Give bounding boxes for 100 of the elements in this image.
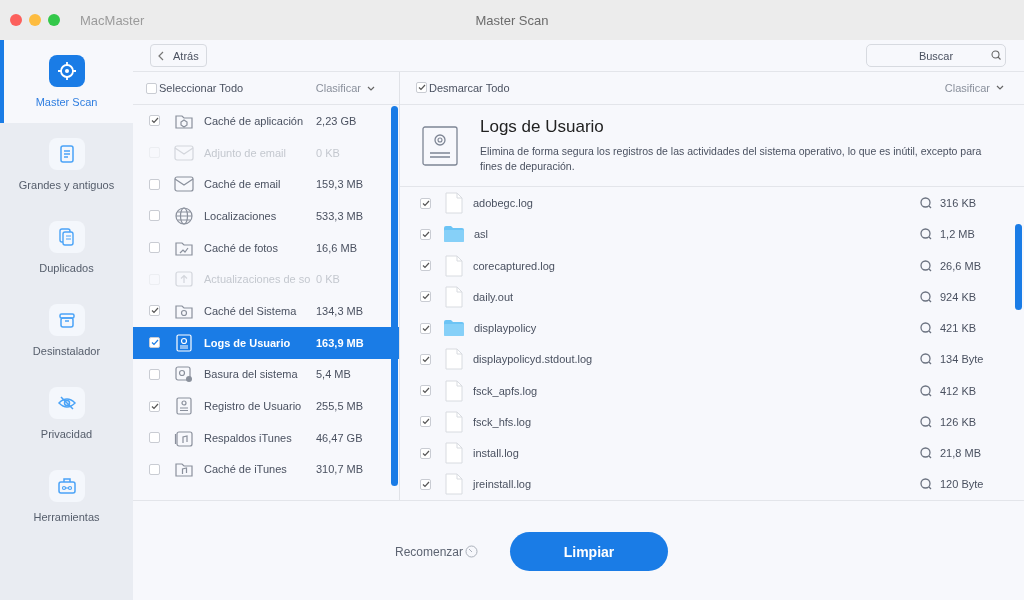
scrollbar[interactable] [391, 106, 398, 486]
file-size: 1,2 MB [940, 228, 975, 241]
folder-icon [444, 320, 464, 337]
restart-button[interactable]: Recomenzar [389, 543, 484, 560]
checkbox[interactable] [146, 82, 157, 94]
deselect-all-label: Desmarcar Todo [429, 81, 510, 94]
checkbox[interactable] [420, 385, 431, 397]
checkbox[interactable] [420, 447, 431, 459]
search-icon [991, 50, 1001, 60]
scrollbar[interactable] [1015, 224, 1022, 310]
file-size: 412 KB [940, 384, 977, 397]
checkbox[interactable] [420, 228, 431, 240]
checkbox[interactable] [420, 353, 431, 365]
category-size: 2,23 GB [316, 114, 357, 127]
file-row[interactable]: displaypolicyd.stdout.log 134 Byte [400, 343, 1024, 375]
category-row[interactable]: Caché de fotos 16,6 MB [133, 231, 399, 264]
checkbox[interactable] [149, 432, 160, 444]
file-icon [445, 442, 463, 465]
checkbox[interactable] [149, 178, 160, 190]
category-row[interactable]: Caché de email 159,3 MB [133, 168, 399, 201]
checkbox[interactable] [149, 210, 160, 222]
search-icon [920, 353, 932, 366]
file-size: 316 KB [940, 197, 977, 210]
file-icon [445, 348, 463, 371]
category-row[interactable]: Logs de Usuario 163,9 MB [133, 326, 399, 359]
category-row[interactable]: Basura del sistema 5,4 MB [133, 358, 399, 391]
file-name: asl [474, 228, 490, 241]
chevron-left-icon [158, 50, 164, 61]
sidebar-label: Master Scan [35, 96, 98, 108]
window-title: Master Scan [475, 13, 549, 28]
file-name: jreinstall.log [473, 478, 533, 491]
category-row[interactable]: Caché de iTunes 310,7 MB [133, 453, 399, 486]
timer-icon [465, 545, 478, 558]
file-row[interactable]: jreinstall.log 120 Byte [400, 468, 1024, 500]
search-field[interactable]: Buscar [866, 44, 1006, 67]
file-row[interactable]: fsck_apfs.log 412 KB [400, 374, 1024, 407]
category-label: Basura del sistema [204, 368, 299, 381]
category-row[interactable]: Caché de aplicación 2,23 GB [133, 105, 399, 137]
file-name: adobegc.log [473, 197, 534, 210]
log-document-icon [422, 125, 458, 166]
window-control[interactable] [10, 14, 22, 26]
sidebar-item[interactable]: Desinstalador [0, 289, 133, 372]
file-row[interactable]: corecaptured.log 26,6 MB [400, 249, 1024, 282]
checkbox[interactable] [149, 337, 160, 349]
file-size: 126 KB [940, 415, 977, 428]
checkbox[interactable] [420, 197, 431, 209]
checkbox[interactable] [149, 463, 160, 475]
checkbox[interactable] [149, 368, 160, 380]
category-size: 533,3 MB [316, 209, 364, 222]
sidebar-label: Herramientas [33, 511, 100, 523]
envelope-icon [174, 142, 194, 163]
checkbox[interactable] [416, 82, 427, 94]
sidebar-item[interactable]: Master Scan [0, 40, 133, 123]
checkbox[interactable] [420, 322, 431, 334]
sidebar-item[interactable]: Grandes y antiguos [0, 123, 133, 206]
file-row[interactable]: displaypolicy 421 KB [400, 312, 1024, 344]
checkbox[interactable] [149, 115, 160, 127]
checkbox[interactable] [149, 305, 160, 317]
category-label: Logs de Usuario [204, 336, 292, 349]
search-icon [920, 228, 932, 241]
category-size: 46,47 GB [316, 431, 363, 444]
category-size: 5,4 MB [316, 368, 351, 381]
checkbox[interactable] [420, 478, 431, 490]
clean-button[interactable]: Limpiar [510, 532, 668, 571]
file-icon [445, 285, 463, 308]
checkbox[interactable] [420, 291, 431, 303]
sidebar-label: Duplicados [39, 262, 94, 274]
category-row[interactable]: Caché del Sistema 134,3 MB [133, 295, 399, 327]
category-size: 255,5 MB [316, 400, 364, 413]
category-label: Caché de iTunes [204, 463, 288, 476]
search-icon [920, 415, 932, 428]
search-icon [920, 384, 932, 397]
log-document-icon [174, 332, 194, 353]
file-row[interactable]: asl 1,2 MB [400, 218, 1024, 250]
sidebar-item[interactable]: Privacidad [0, 372, 133, 455]
file-row[interactable]: fsck_hfs.log 126 KB [400, 406, 1024, 438]
category-label: Localizaciones [204, 209, 278, 222]
back-button[interactable]: Atrás [150, 44, 207, 67]
copies-icon [56, 227, 77, 247]
sidebar-label: Desinstalador [32, 345, 101, 357]
category-row[interactable]: Registro de Usuario 255,5 MB [133, 390, 399, 422]
checkbox[interactable] [149, 242, 160, 254]
file-name: install.log [473, 447, 520, 460]
target-icon [56, 61, 77, 81]
file-row[interactable]: adobegc.log 316 KB [400, 187, 1024, 219]
file-name: fsck_hfs.log [473, 415, 533, 428]
category-label: Registro de Usuario [204, 400, 303, 413]
sidebar-item[interactable]: Duplicados [0, 206, 133, 289]
category-row[interactable]: Localizaciones 533,3 MB [133, 200, 399, 232]
checkbox[interactable] [149, 400, 160, 412]
select-all-label: Seleccionar Todo [159, 82, 244, 94]
file-row[interactable]: daily.out 924 KB [400, 281, 1024, 313]
section-description: Elimina de forma segura los registros de las actividades del sistema operativo, lo que es inútil, excepto para fines de depuración. [480, 144, 983, 174]
app-name: MacMaster [80, 12, 145, 28]
category-row[interactable]: Respaldos iTunes 46,47 GB [133, 421, 399, 454]
checkbox[interactable] [420, 416, 431, 428]
file-row[interactable]: install.log 21,8 MB [400, 437, 1024, 469]
checkbox[interactable] [420, 260, 431, 272]
category-label: Caché de fotos [204, 241, 279, 254]
sidebar-item[interactable]: Herramientas [0, 455, 133, 538]
